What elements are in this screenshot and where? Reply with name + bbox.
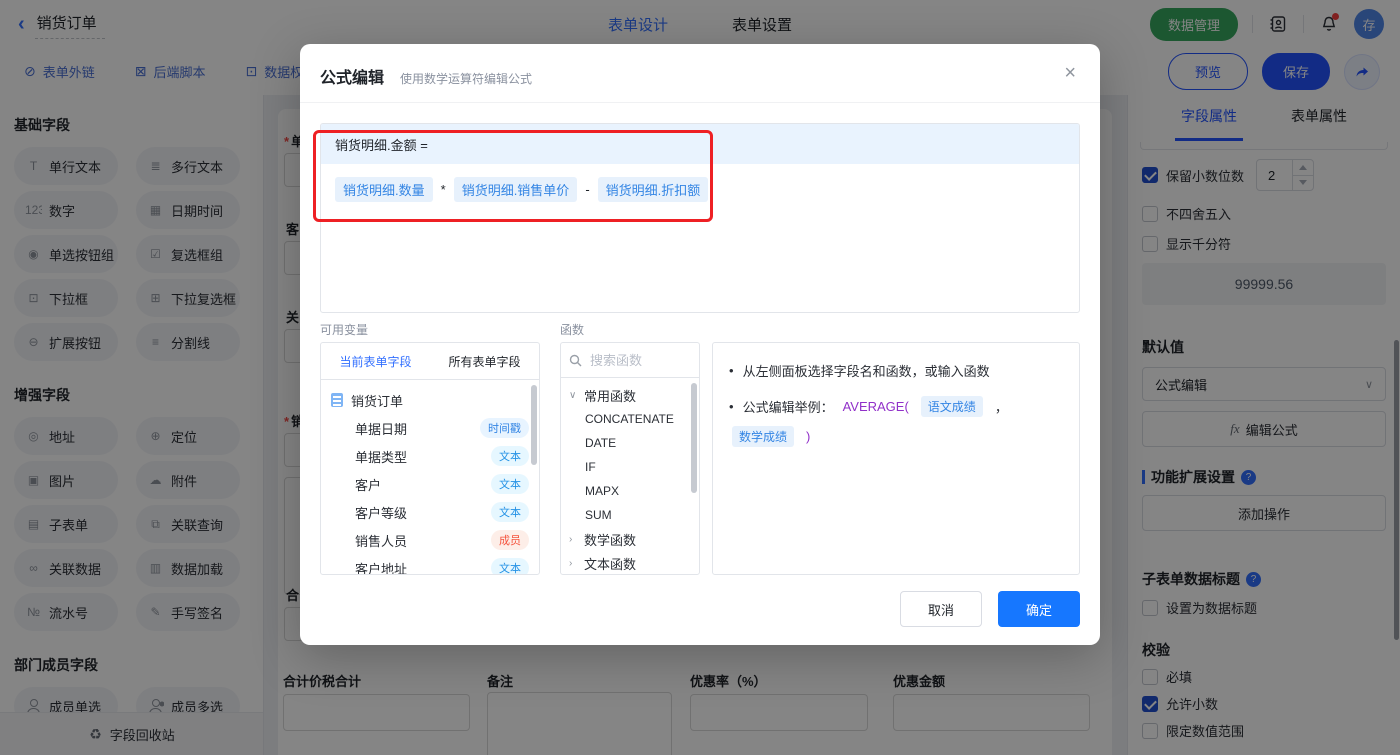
function-item[interactable]: DATE xyxy=(561,431,699,455)
variables-tab[interactable]: 当前表单字段 xyxy=(321,343,430,379)
function-item[interactable]: IF xyxy=(561,455,699,479)
bullet-icon: • xyxy=(729,363,734,378)
bullet-icon: • xyxy=(729,399,734,414)
variable-row[interactable]: 单据日期 时间戳 xyxy=(321,414,539,442)
field-type-badge: 文本 xyxy=(491,558,529,574)
formula-part[interactable]: 销货明细.销售单价 xyxy=(453,177,578,202)
variables-tree: 销货订单 单据日期 时间戳 单据类型 文本 客户 文本 客户等级 文本 销售人员… xyxy=(321,380,539,574)
formula-expression[interactable]: 销货明细.数量 * 销货明细.销售单价 - 销货明细.折扣额 xyxy=(321,164,1079,215)
tips-box: • 从左侧面板选择字段名和函数，或输入函数 • 公式编辑举例： AVERAGE(… xyxy=(712,342,1080,575)
modal-header: 公式编辑 使用数学运算符编辑公式 xyxy=(300,44,1100,88)
function-item[interactable]: CONCATENATE xyxy=(561,407,699,431)
functions-label: 函数 xyxy=(560,323,585,337)
variable-row[interactable]: 客户等级 文本 xyxy=(321,498,539,526)
functions-box: ∨ 常用函数 CONCATENATEDATEIFMAPXSUM › 数学函数 ›… xyxy=(560,342,700,575)
function-item[interactable]: SUM xyxy=(561,503,699,527)
confirm-button[interactable]: 确定 xyxy=(998,591,1080,627)
field-type-badge: 成员 xyxy=(491,530,529,550)
variables-tab[interactable]: 所有表单字段 xyxy=(430,343,539,379)
variable-row[interactable]: 单据类型 文本 xyxy=(321,442,539,470)
field-type-badge: 文本 xyxy=(491,474,529,494)
form-doc-icon xyxy=(331,393,343,407)
formula-part[interactable]: 销货明细.数量 xyxy=(335,177,433,202)
close-icon[interactable]: × xyxy=(1064,62,1076,85)
function-item[interactable]: MAPX xyxy=(561,479,699,503)
formula-target-row: 销货明细.金额 = xyxy=(321,124,1079,164)
variables-scrollbar[interactable] xyxy=(531,385,537,465)
function-search xyxy=(561,343,699,378)
modal-subtitle: 使用数学运算符编辑公式 xyxy=(400,72,533,86)
formula-part[interactable]: 销货明细.折扣额 xyxy=(597,177,709,202)
function-group-row[interactable]: › 文本函数 xyxy=(561,551,699,574)
modal-title: 公式编辑 xyxy=(320,70,385,87)
field-type-badge: 文本 xyxy=(491,502,529,522)
functions-scrollbar[interactable] xyxy=(691,383,697,493)
example-function-open: AVERAGE( xyxy=(842,399,909,414)
formula-part[interactable]: * xyxy=(441,182,446,197)
variables-tabs: 当前表单字段 所有表单字段 xyxy=(321,343,539,380)
formula-edit-modal: 公式编辑 使用数学运算符编辑公式 × 销货明细.金额 = 销货明细.数量 * 销货明… xyxy=(300,44,1100,645)
form-root-row[interactable]: 销货订单 xyxy=(321,386,539,414)
function-group-row[interactable]: › 数学函数 xyxy=(561,527,699,551)
formula-part[interactable]: - xyxy=(585,182,589,197)
function-search-input[interactable] xyxy=(588,351,684,369)
variable-row[interactable]: 销售人员 成员 xyxy=(321,526,539,554)
field-type-badge: 文本 xyxy=(491,446,529,466)
tip-example-line: • 公式编辑举例： AVERAGE( 语文成绩 ， 数学成绩 ) xyxy=(729,396,1063,447)
example-function-close: ) xyxy=(806,429,811,444)
variable-row[interactable]: 客户地址 文本 xyxy=(321,554,539,574)
variable-row[interactable]: 客户 文本 xyxy=(321,470,539,498)
chevron-down-icon: ∨ xyxy=(569,389,577,401)
header-divider xyxy=(300,102,1100,103)
chevron-right-icon: › xyxy=(569,533,573,545)
function-group-row[interactable]: ∨ 常用函数 xyxy=(561,383,699,407)
cancel-button[interactable]: 取消 xyxy=(900,591,982,627)
variables-box: 当前表单字段 所有表单字段 销货订单 单据日期 时间戳 单据类型 文本 客户 文本 xyxy=(320,342,540,575)
tip-line: • 从左侧面板选择字段名和函数，或输入函数 xyxy=(729,363,990,379)
variables-label: 可用变量 xyxy=(320,323,369,337)
example-token: 数学成绩 xyxy=(732,426,795,447)
function-tree: ∨ 常用函数 CONCATENATE DATE IF MAPX SUM › 数学函数 ›… xyxy=(561,378,699,574)
formula-editor[interactable]: 销货明细.金额 = 销货明细.数量 * 销货明细.销售单价 - 销货明细.折扣额 xyxy=(320,123,1080,313)
example-token: 语文成绩 xyxy=(920,396,983,417)
search-icon xyxy=(569,354,582,366)
field-type-badge: 时间戳 xyxy=(480,418,529,438)
chevron-right-icon: › xyxy=(569,557,573,569)
